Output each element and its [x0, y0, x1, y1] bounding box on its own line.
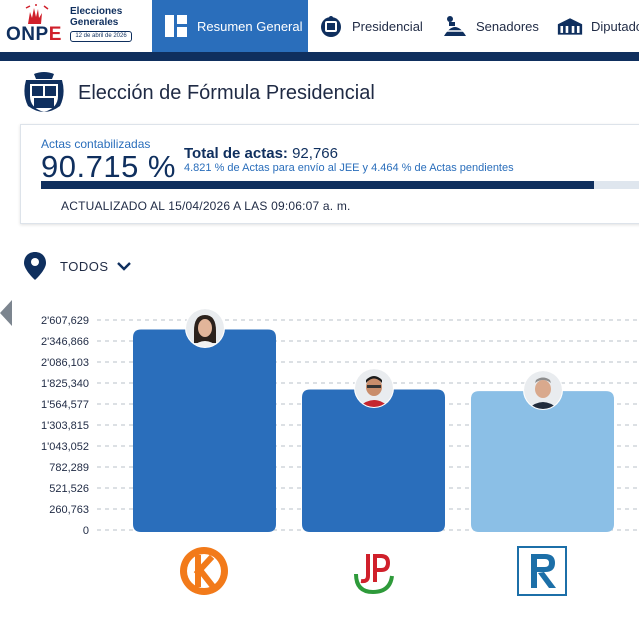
y-tick-label: 1'825,340 [41, 378, 89, 390]
presidential-results-chart: 0 260,763 521,526 782,289 1'043,052 1'303,815… [0, 300, 639, 639]
last-updated-text: ACTUALIZADO AL 15/04/2026 A LAS 09:06:07… [61, 199, 351, 213]
tab-diputados-label: Diputados [591, 18, 639, 34]
header-divider [0, 52, 639, 61]
y-tick-label: 2'086,103 [41, 357, 89, 369]
y-tick-label: 2'346,866 [41, 336, 89, 348]
top-navigation-bar: ONPE Elecciones Generales 12 de abril de… [0, 0, 639, 52]
elections-title: Elecciones Generales [70, 6, 123, 28]
bar-jp[interactable] [302, 389, 445, 532]
candidate-photo-1 [185, 309, 224, 348]
elections-date-badge: 12 de abril de 2026 [70, 31, 132, 42]
party-logo-r [516, 546, 569, 598]
tab-senadores-label: Senadores [476, 18, 539, 34]
total-actas-label: Total de actas: [184, 145, 288, 162]
y-tick-label: 2'607,629 [41, 315, 89, 327]
summary-card: Actas contabilizadas 90.715 % Total de a… [20, 124, 639, 224]
y-tick-label: 1'303,815 [41, 420, 89, 432]
voting-hand-icon [25, 4, 49, 24]
candidate-photo-3 [523, 371, 562, 410]
candidate-photo-2 [354, 369, 393, 408]
congress-building-icon [557, 13, 583, 39]
page-header: Elección de Fórmula Presidencial [20, 70, 375, 116]
chevron-down-icon [116, 262, 131, 271]
region-filter-label: TODOS [60, 258, 109, 274]
tab-senadores[interactable]: Senadores [442, 0, 539, 52]
actas-progress-fill [41, 181, 595, 189]
y-tick-label: 0 [83, 525, 89, 537]
dashboard-icon [163, 13, 189, 39]
actas-progress-bar [41, 181, 639, 189]
party-logo-jp [348, 546, 400, 598]
onpe-wordmark: ONPE [6, 24, 62, 45]
onpe-logo[interactable]: ONPE Elecciones Generales 12 de abril de… [0, 0, 152, 52]
party-logo-k [179, 546, 231, 598]
total-actas: Total de actas: 92,766 [184, 145, 338, 162]
tab-resumen-general[interactable]: Resumen General [152, 0, 308, 52]
y-tick-label: 1'564,577 [41, 399, 89, 411]
y-tick-label: 260,763 [49, 504, 89, 516]
tab-presidencial-label: Presidencial [352, 18, 423, 34]
senate-icon [442, 13, 468, 39]
y-tick-label: 521,526 [49, 483, 89, 495]
tab-presidencial[interactable]: Presidencial [318, 0, 423, 52]
bar-r[interactable] [471, 391, 614, 532]
region-filter-dropdown[interactable]: TODOS [24, 252, 131, 280]
pending-actas-text: 4.821 % de Actas para envío al JEE y 4.4… [184, 162, 514, 174]
bar-k[interactable] [133, 329, 276, 532]
coat-of-arms-icon [318, 13, 344, 39]
peru-coat-of-arms-icon [24, 72, 64, 112]
chart-prev-arrow[interactable] [0, 300, 12, 326]
y-tick-label: 782,289 [49, 462, 89, 474]
actas-contabilizadas-value: 90.715 % [41, 149, 176, 184]
page-title: Elección de Fórmula Presidencial [78, 81, 375, 104]
tab-resumen-general-label: Resumen General [197, 18, 303, 34]
y-tick-label: 1'043,052 [41, 441, 89, 453]
location-pin-icon [24, 252, 46, 280]
tab-diputados[interactable]: Diputados [557, 0, 639, 52]
total-actas-value: 92,766 [292, 145, 338, 162]
